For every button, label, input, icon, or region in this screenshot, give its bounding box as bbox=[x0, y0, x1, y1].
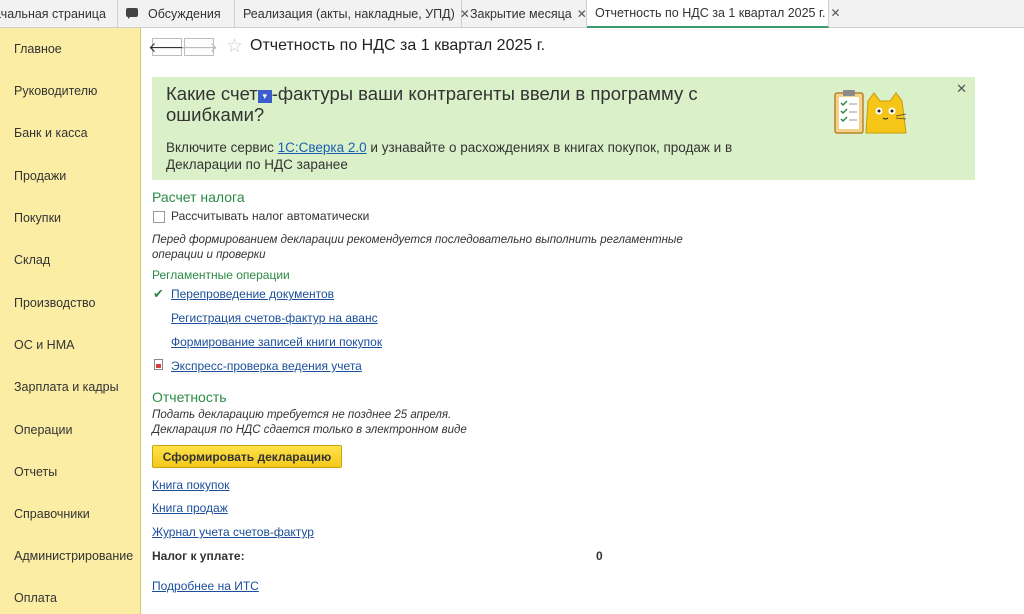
discussion-icon bbox=[126, 8, 140, 20]
banner-text: Включите сервис 1С:Сверка 2.0 и узнавайт… bbox=[166, 140, 733, 172]
its-more-link[interactable]: Подробнее на ИТС bbox=[152, 579, 259, 593]
promo-banner: Какие счет ▾ -фактуры ваши контрагенты вве… bbox=[152, 77, 975, 180]
arrow-right-icon: 🡒 bbox=[180, 38, 218, 55]
sidebar-item-payroll[interactable]: Зарплата и кадры bbox=[14, 380, 119, 394]
sidebar-item-bank[interactable]: Банк и касса bbox=[14, 126, 88, 140]
tab-month-close[interactable]: Закрытие месяца ✕ bbox=[462, 0, 587, 28]
auto-calc-label[interactable]: Рассчитывать налог автоматически bbox=[171, 209, 369, 223]
tab-home[interactable]: ачальная страница bbox=[0, 0, 118, 28]
page-title: Отчетность по НДС за 1 квартал 2025 г. bbox=[250, 37, 546, 54]
sidebar-item-purchases[interactable]: Покупки bbox=[14, 211, 61, 225]
close-icon[interactable]: ✕ bbox=[956, 81, 967, 97]
sidebar-item-warehouse[interactable]: Склад bbox=[14, 253, 50, 267]
tab-label: Отчетность по НДС за 1 квартал 2025 г. bbox=[595, 6, 826, 20]
close-icon[interactable]: ✕ bbox=[831, 6, 841, 20]
tab-label: Закрытие месяца bbox=[470, 7, 572, 21]
clipboard-cat-icon bbox=[834, 90, 907, 134]
sidebar-item-catalogs[interactable]: Справочники bbox=[14, 507, 90, 521]
express-check-link[interactable]: Экспресс-проверка ведения учета bbox=[171, 359, 362, 373]
reporting-title: Отчетность bbox=[152, 389, 227, 405]
sidebar-item-sales[interactable]: Продажи bbox=[14, 169, 66, 183]
sidebar-item-manager[interactable]: Руководителю bbox=[14, 84, 97, 98]
sidebar: Главное Руководителю Банк и касса Продаж… bbox=[0, 28, 141, 614]
generate-declaration-button[interactable]: Сформировать декларацию bbox=[152, 445, 342, 468]
advance-invoices-link[interactable]: Регистрация счетов-фактур на аванс bbox=[171, 311, 378, 325]
banner-heading: Какие счет ▾ -фактуры ваши контрагенты вве… bbox=[166, 83, 698, 125]
favorite-star-icon[interactable]: ☆ bbox=[226, 35, 243, 58]
tab-vat-reporting[interactable]: Отчетность по НДС за 1 квартал 2025 г. ✕ bbox=[587, 0, 841, 28]
sales-book-link[interactable]: Книга продаж bbox=[152, 501, 228, 515]
sidebar-item-production[interactable]: Производство bbox=[14, 296, 96, 310]
purchase-book-link[interactable]: Книга покупок bbox=[152, 478, 229, 492]
report-icon bbox=[154, 359, 163, 370]
auto-calc-checkbox[interactable] bbox=[153, 211, 165, 223]
tax-due-value: 0 bbox=[596, 549, 603, 563]
sidebar-item-main[interactable]: Главное bbox=[14, 42, 62, 56]
close-icon[interactable]: ✕ bbox=[577, 7, 587, 21]
tab-label: Обсуждения bbox=[148, 7, 221, 21]
purchase-book-records-link[interactable]: Формирование записей книги покупок bbox=[171, 335, 382, 349]
operations-title: Регламентные операции bbox=[152, 268, 290, 282]
tab-sales-docs[interactable]: Реализация (акты, накладные, УПД) ✕ bbox=[235, 0, 470, 28]
tab-label: Реализация (акты, накладные, УПД) bbox=[243, 7, 455, 21]
tax-due-label: Налог к уплате: bbox=[152, 549, 245, 563]
sidebar-item-admin[interactable]: Администрирование bbox=[14, 549, 133, 563]
back-button[interactable]: 🡐 bbox=[148, 38, 186, 56]
checkmark-icon: ✔ bbox=[153, 286, 164, 301]
deadline-note: Подать декларацию требуется не позднее 2… bbox=[152, 409, 452, 421]
tax-calc-title: Расчет налога bbox=[152, 189, 245, 205]
forward-button[interactable]: 🡒 bbox=[180, 38, 218, 56]
repost-documents-link[interactable]: Перепроведение документов bbox=[171, 287, 334, 301]
sidebar-item-payment[interactable]: Оплата bbox=[14, 591, 57, 605]
cursor-icon: ▾ bbox=[257, 90, 272, 103]
tab-bar: ачальная страница Обсуждения Реализация … bbox=[0, 0, 1024, 28]
sidebar-item-operations[interactable]: Операции bbox=[14, 423, 72, 437]
sverka-link[interactable]: 1С:Сверка 2.0 bbox=[278, 140, 367, 155]
sidebar-item-reports[interactable]: Отчеты bbox=[14, 465, 57, 479]
tab-discussions[interactable]: Обсуждения bbox=[118, 0, 235, 28]
main-content: 🡐 🡒 ☆ Отчетность по НДС за 1 квартал 202… bbox=[141, 28, 1024, 614]
operations-note: Перед формированием декларации рекоменду… bbox=[152, 234, 683, 261]
sidebar-item-assets[interactable]: ОС и НМА bbox=[14, 338, 74, 352]
tab-label: ачальная страница bbox=[0, 7, 106, 21]
electronic-note: Декларация по НДС сдается только в элект… bbox=[152, 424, 467, 436]
invoice-journal-link[interactable]: Журнал учета счетов-фактур bbox=[152, 525, 314, 539]
